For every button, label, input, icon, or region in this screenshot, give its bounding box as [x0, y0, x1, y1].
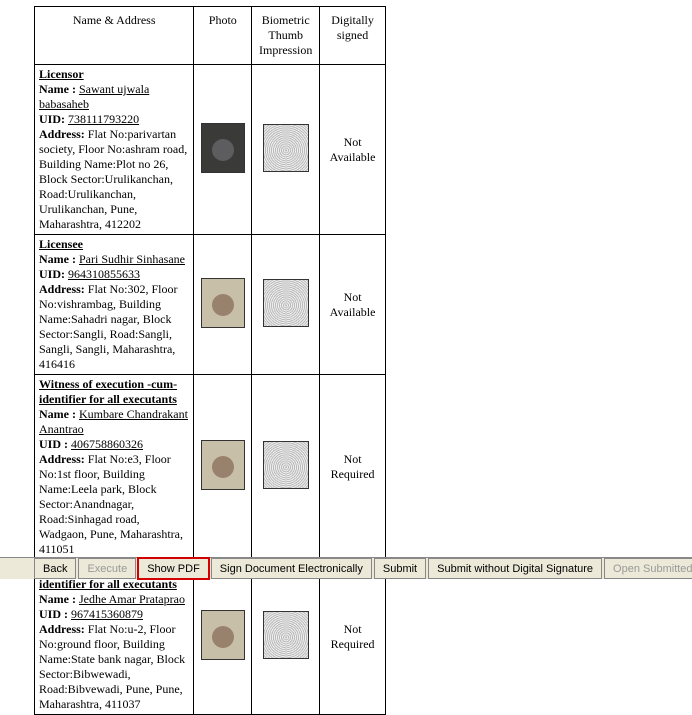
thumbprint-image — [263, 441, 309, 489]
signature-status: Not Required — [320, 375, 386, 560]
thumbprint-image — [263, 279, 309, 327]
photo-image — [201, 123, 245, 173]
uid-label: UID: — [39, 112, 65, 126]
uid-label: UID : — [39, 437, 68, 451]
uid-label: UID : — [39, 607, 68, 621]
signature-status: Not Available — [320, 65, 386, 235]
photo-image — [201, 278, 245, 328]
execute-button[interactable]: Execute — [78, 558, 136, 579]
name-label: Name : — [39, 252, 76, 266]
table-row: Licensor Name : Sawant ujwala babasaheb … — [35, 65, 386, 235]
header-photo: Photo — [194, 7, 252, 65]
open-submitted-button[interactable]: Open Submitted Document — [604, 558, 692, 579]
addr-label: Address: — [39, 622, 85, 636]
party-uid: 967415360879 — [71, 607, 143, 621]
sign-document-button[interactable]: Sign Document Electronically — [211, 558, 372, 579]
signature-status: Not Available — [320, 235, 386, 375]
party-role: Licensee — [39, 237, 189, 252]
addr-label: Address: — [39, 282, 85, 296]
party-role: Witness of execution -cum-identifier for… — [39, 377, 189, 407]
name-label: Name : — [39, 592, 76, 606]
name-label: Name : — [39, 407, 76, 421]
party-uid: 406758860326 — [71, 437, 143, 451]
photo-image — [201, 440, 245, 490]
table-row: Witness of execution -cum-identifier for… — [35, 560, 386, 715]
photo-image — [201, 610, 245, 660]
party-table: Name & Address Photo Biometric Thumb Imp… — [34, 6, 386, 715]
thumbprint-image — [263, 124, 309, 172]
header-thumb: Biometric Thumb Impression — [252, 7, 320, 65]
show-pdf-button[interactable]: Show PDF — [138, 558, 209, 579]
signature-status: Not Required — [320, 560, 386, 715]
party-uid: 964310855633 — [68, 267, 140, 281]
addr-label: Address: — [39, 127, 85, 141]
party-name: Pari Sudhir Sinhasane — [79, 252, 185, 266]
party-name: Jedhe Amar Prataprao — [79, 592, 185, 606]
submit-no-signature-button[interactable]: Submit without Digital Signature — [428, 558, 602, 579]
table-row: Witness of execution -cum-identifier for… — [35, 375, 386, 560]
button-bar: Back Execute Show PDF Sign Document Elec… — [0, 557, 692, 579]
back-button[interactable]: Back — [34, 558, 76, 579]
party-address: Flat No:parivartan society, Floor No:ash… — [39, 127, 187, 231]
uid-label: UID: — [39, 267, 65, 281]
party-address: Flat No:e3, Floor No:1st floor, Building… — [39, 452, 183, 556]
addr-label: Address: — [39, 452, 85, 466]
name-label: Name : — [39, 82, 76, 96]
submit-button[interactable]: Submit — [374, 558, 426, 579]
thumbprint-image — [263, 611, 309, 659]
header-sig: Digitally signed — [320, 7, 386, 65]
party-uid: 738111793220 — [68, 112, 139, 126]
table-row: Licensee Name : Pari Sudhir Sinhasane UI… — [35, 235, 386, 375]
party-role: Licensor — [39, 67, 189, 82]
header-name: Name & Address — [35, 7, 194, 65]
